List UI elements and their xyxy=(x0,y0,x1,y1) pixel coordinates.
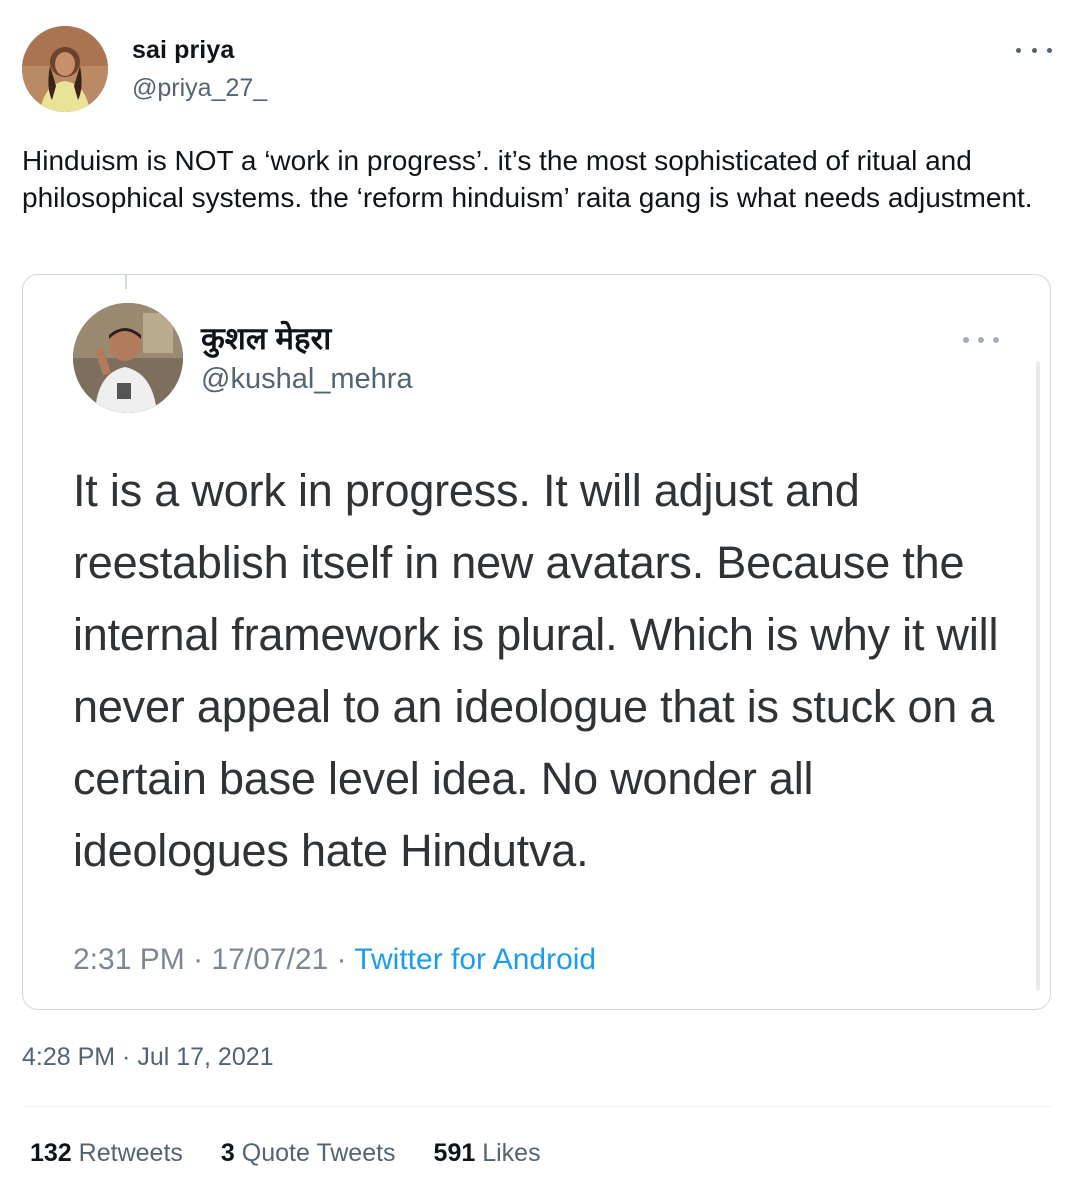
tweet-timestamp[interactable]: 4:28 PM · Jul 17, 2021 xyxy=(22,1043,274,1072)
quote-tweets-stat[interactable]: 3 Quote Tweets xyxy=(221,1139,396,1168)
author-handle[interactable]: @priya_27_ xyxy=(132,74,267,103)
retweets-count: 132 xyxy=(30,1139,72,1167)
more-icon[interactable] xyxy=(1016,40,1052,60)
author-name[interactable]: sai priya xyxy=(132,36,234,65)
retweets-stat[interactable]: 132 Retweets xyxy=(30,1139,183,1168)
card-connector-line xyxy=(125,275,127,289)
quoted-author-handle[interactable]: @kushal_mehra xyxy=(201,363,413,396)
tweet-header: sai priya @priya_27_ xyxy=(22,26,1052,114)
quote-tweets-count: 3 xyxy=(220,1139,235,1167)
quoted-tweet-text: It is a work in progress. It will adjust… xyxy=(73,465,999,876)
likes-label: Likes xyxy=(482,1139,541,1167)
quoted-author-avatar[interactable] xyxy=(73,303,183,413)
quote-tweets-label: Quote Tweets xyxy=(241,1139,396,1167)
quoted-tweet-meta: 2:31 PM · 17/07/21 · Twitter for Android xyxy=(73,943,596,977)
card-scrollbar[interactable] xyxy=(1036,361,1040,991)
meta-separator: · xyxy=(336,943,347,976)
quoted-author-name[interactable]: कुशल मेहरा xyxy=(201,317,331,359)
quoted-date: 17/07/21 xyxy=(211,943,329,976)
quoted-time: 2:31 PM xyxy=(73,943,185,976)
divider xyxy=(22,1106,1052,1107)
meta-separator: · xyxy=(193,943,204,976)
tweet-stats: 132 Retweets 3 Quote Tweets 591 Likes xyxy=(30,1139,541,1168)
likes-stat[interactable]: 591 Likes xyxy=(434,1139,541,1168)
quoted-more-icon[interactable] xyxy=(963,333,999,347)
quoted-tweet-card[interactable]: कुशल मेहरा @kushal_mehra It is a work in… xyxy=(22,274,1051,1010)
tweet-page: sai priya @priya_27_ Hinduism is NOT a ‘… xyxy=(0,0,1072,1194)
tweet-text: Hinduism is NOT a ‘work in progress’. it… xyxy=(22,145,1033,213)
likes-count: 591 xyxy=(433,1139,476,1167)
author-avatar[interactable] xyxy=(22,26,108,112)
quoted-source-link[interactable]: Twitter for Android xyxy=(354,943,596,976)
retweets-label: Retweets xyxy=(78,1139,183,1167)
